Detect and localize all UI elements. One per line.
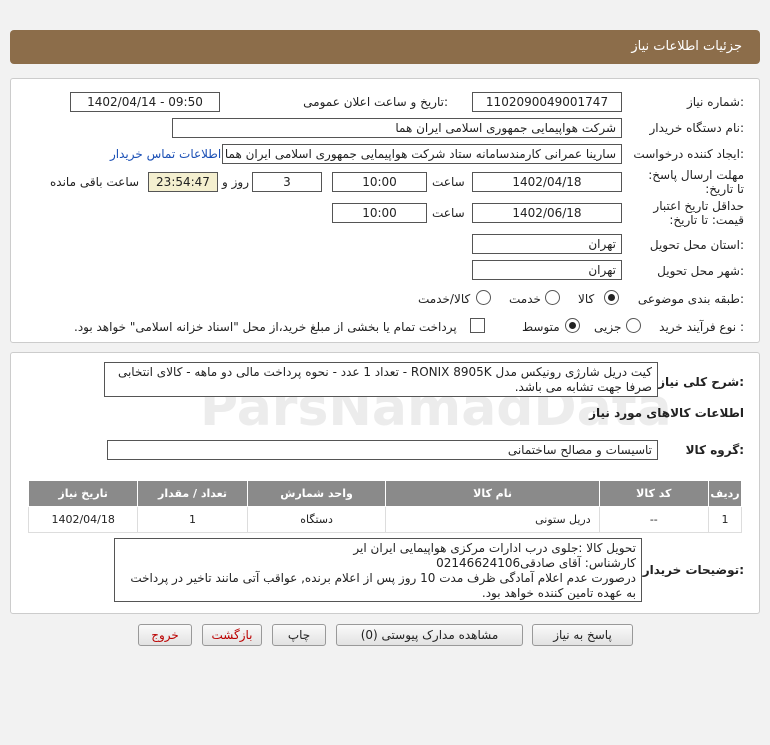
summary-label: شرح کلی نیاز: bbox=[658, 375, 744, 389]
col-header-code: کد کالا bbox=[598, 480, 709, 507]
announce-label: تاریخ و ساعت اعلان عمومی: bbox=[303, 95, 448, 109]
category-option-both: کالا/خدمت bbox=[418, 292, 471, 306]
remaining-label: ساعت باقی مانده bbox=[50, 175, 140, 189]
validity-label: حداقل تاریخ اعتبار قیمت: تا تاریخ: bbox=[644, 199, 744, 227]
validity-time-label: ساعت bbox=[432, 206, 465, 220]
deadline-time-field: 10:00 bbox=[332, 172, 427, 192]
buyer-org-field: شرکت هواپیمایی جمهوری اسلامی ایران هما bbox=[172, 118, 622, 138]
goods-info-heading: اطلاعات کالاهای مورد نیاز bbox=[589, 406, 744, 420]
process-label: نوع فرآیند خرید : bbox=[659, 320, 744, 334]
category-option-goods: کالا bbox=[578, 292, 595, 306]
cell-quantity: 1 bbox=[137, 506, 248, 533]
back-button[interactable]: بازگشت bbox=[202, 624, 262, 646]
requester-label: ایجاد کننده درخواست: bbox=[633, 147, 744, 161]
col-header-row-number: ردیف bbox=[707, 480, 743, 507]
buyer-note-line: درصورت عدم اعلام آمادگی ظرف مدت 10 روز پ… bbox=[130, 571, 636, 600]
validity-time-field: 10:00 bbox=[332, 203, 427, 223]
page-title: جزئیات اطلاعات نیاز bbox=[631, 39, 742, 54]
remaining-time-field: 23:54:47 bbox=[148, 172, 218, 192]
requester-field: سارینا عمرانی کارمندسامانه ستاد شرکت هوا… bbox=[222, 144, 622, 164]
reply-button[interactable]: پاسخ به نیاز bbox=[532, 624, 633, 646]
need-number-field: 1102090049001747 bbox=[472, 92, 622, 112]
process-option-minor: جزیی bbox=[594, 320, 622, 334]
deadline-label: مهلت ارسال پاسخ: تا تاریخ: bbox=[644, 168, 744, 196]
city-label: شهر محل تحویل: bbox=[657, 264, 744, 278]
col-header-quantity: تعداد / مقدار bbox=[137, 480, 248, 507]
col-header-name: نام کالا bbox=[385, 480, 600, 507]
need-number-label: شماره نیاز: bbox=[686, 95, 744, 109]
treasury-payment-checkbox[interactable] bbox=[470, 318, 485, 333]
category-label: طبقه بندی موضوعی: bbox=[637, 292, 744, 306]
page-header: جزئیات اطلاعات نیاز bbox=[10, 30, 760, 64]
category-radio-service[interactable] bbox=[545, 290, 560, 305]
goods-table: ردیف کد کالا نام کالا واحد شمارش تعداد /… bbox=[27, 480, 743, 533]
category-radio-both[interactable] bbox=[476, 290, 491, 305]
province-label: استان محل تحویل: bbox=[649, 238, 744, 252]
exit-button[interactable]: خروج bbox=[138, 624, 192, 646]
print-button[interactable]: چاپ bbox=[272, 624, 326, 646]
summary-text: کیت دریل شارژی رونیکس مدل RONIX 8905K - … bbox=[104, 362, 658, 397]
goods-table-header-row: ردیف کد کالا نام کالا واحد شمارش تعداد /… bbox=[27, 480, 743, 507]
announce-field: 1402/04/14 - 09:50 bbox=[70, 92, 220, 112]
cell-row-number: 1 bbox=[707, 506, 743, 533]
attachments-button[interactable]: مشاهده مدارک پیوستی (0) bbox=[336, 624, 523, 646]
deadline-label-text: مهلت ارسال پاسخ: تا تاریخ: bbox=[648, 168, 744, 196]
payment-note: پرداخت تمام یا بخشی از مبلغ خرید،از محل … bbox=[74, 320, 457, 334]
col-header-unit: واحد شمارش bbox=[246, 480, 387, 507]
cell-need-date: 1402/04/18 bbox=[27, 506, 139, 533]
buyer-note-line: کارشناس: آقای صادقی02146624106 bbox=[436, 556, 636, 570]
days-field: 3 bbox=[252, 172, 322, 192]
contact-info-link[interactable]: اطلاعات تماس خریدار bbox=[110, 147, 221, 161]
goods-group-field: تاسیسات و مصالح ساختمانی bbox=[107, 440, 658, 460]
province-field: تهران bbox=[472, 234, 622, 254]
process-option-medium: متوسط bbox=[522, 320, 560, 334]
buyer-notes-box: تحویل کالا :جلوی درب ادارات مرکزی هواپیم… bbox=[114, 538, 642, 602]
days-label: روز و bbox=[222, 175, 249, 189]
process-radio-medium[interactable] bbox=[565, 318, 580, 333]
category-radio-goods[interactable] bbox=[604, 290, 619, 305]
goods-group-label: گروه کالا: bbox=[685, 443, 744, 457]
validity-label-text: حداقل تاریخ اعتبار قیمت: تا تاریخ: bbox=[653, 199, 744, 227]
deadline-date-field: 1402/04/18 bbox=[472, 172, 622, 192]
category-option-service: خدمت bbox=[509, 292, 541, 306]
process-radio-minor[interactable] bbox=[626, 318, 641, 333]
deadline-time-label: ساعت bbox=[432, 175, 465, 189]
buyer-notes-label: توضیحات خریدار: bbox=[642, 563, 744, 577]
cell-name: دریل ستونی bbox=[385, 506, 600, 533]
cell-code: -- bbox=[598, 506, 709, 533]
col-header-need-date: تاریخ نیاز bbox=[27, 480, 139, 507]
cell-unit: دستگاه bbox=[246, 506, 387, 533]
buyer-org-label: نام دستگاه خریدار: bbox=[649, 121, 745, 135]
table-row: 1 -- دریل ستونی دستگاه 1 1402/04/18 bbox=[27, 506, 743, 533]
validity-date-field: 1402/06/18 bbox=[472, 203, 622, 223]
buyer-note-line: تحویل کالا :جلوی درب ادارات مرکزی هواپیم… bbox=[353, 541, 636, 555]
city-field: تهران bbox=[472, 260, 622, 280]
